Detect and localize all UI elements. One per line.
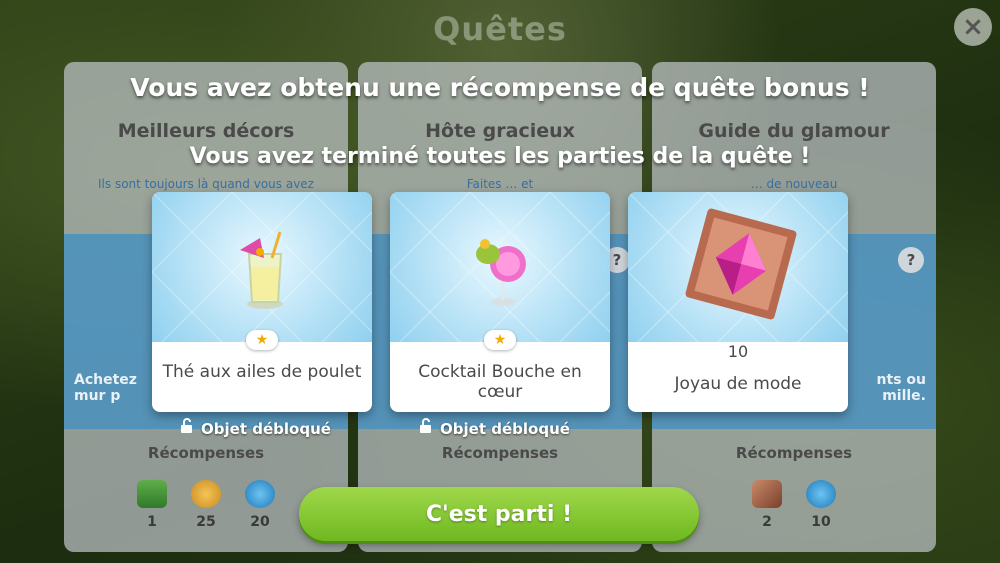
rarity-star-icon: ★ [246,330,278,350]
unlock-icon [418,418,434,438]
reward-card: 10 Joyau de mode [628,192,848,412]
fashion-gem-icon [752,480,782,508]
reward-item: 1 [135,480,169,530]
reward-value: 25 [196,514,216,530]
close-icon: × [962,12,984,42]
close-button[interactable]: × [954,8,992,46]
fashion-gem-icon [685,208,797,320]
rewards-label: Récompenses [147,444,265,462]
quest-description: … de nouveau [750,177,838,191]
reward-art [628,192,848,342]
pink-cocktail-icon [476,239,526,306]
rewards-label: Récompenses [735,444,853,462]
lets-go-button[interactable]: C'est parti ! [299,487,699,541]
bonus-reward-headline: Vous avez obtenu une récompense de quête… [130,73,870,102]
reward-art [390,192,610,342]
reward-name: Joyau de mode [674,374,802,394]
reward-value: 20 [250,514,270,530]
reward-item: 2 [750,480,784,530]
reward-art [152,192,372,342]
xp-badge-icon [245,480,275,508]
reward-value: 10 [811,514,831,530]
reward-amount: 10 [727,342,749,361]
quest-name: Hôte gracieux [425,120,575,142]
reward-item: 25 [189,480,223,530]
unlock-icon [179,418,195,438]
reward-item: 10 [804,480,838,530]
unlock-text: Objet débloqué [440,420,570,438]
xp-badge-icon [806,480,836,508]
reward-name: Cocktail Bouche en cœur [418,362,582,402]
quest-name: Guide du glamour [698,120,890,142]
cash-bundle-icon [137,480,167,508]
rewards-label: Récompenses [441,444,559,462]
quest-complete-subline: Vous avez terminé toutes les parties de … [189,144,811,169]
simoleon-coin-icon [191,480,221,508]
item-unlocked-label: Objet débloqué [384,418,604,438]
item-unlocked-label: Objet débloqué [145,418,365,438]
screen-title: Quêtes [433,10,567,48]
reward-value: 1 [147,514,157,530]
reward-card: ★ Thé aux ailes de poulet [152,192,372,412]
unlock-text: Objet débloqué [201,420,331,438]
quest-description: Faites … et [466,177,534,191]
reward-name: Thé aux ailes de poulet [162,362,362,382]
reward-card: ★ Cocktail Bouche en cœur [390,192,610,412]
quest-name: Meilleurs décors [117,120,295,142]
reward-item: 20 [243,480,277,530]
rarity-star-icon: ★ [484,330,516,350]
help-button[interactable]: ? [898,247,924,273]
reward-value: 2 [762,514,772,530]
iced-tea-glass-icon [240,231,283,309]
